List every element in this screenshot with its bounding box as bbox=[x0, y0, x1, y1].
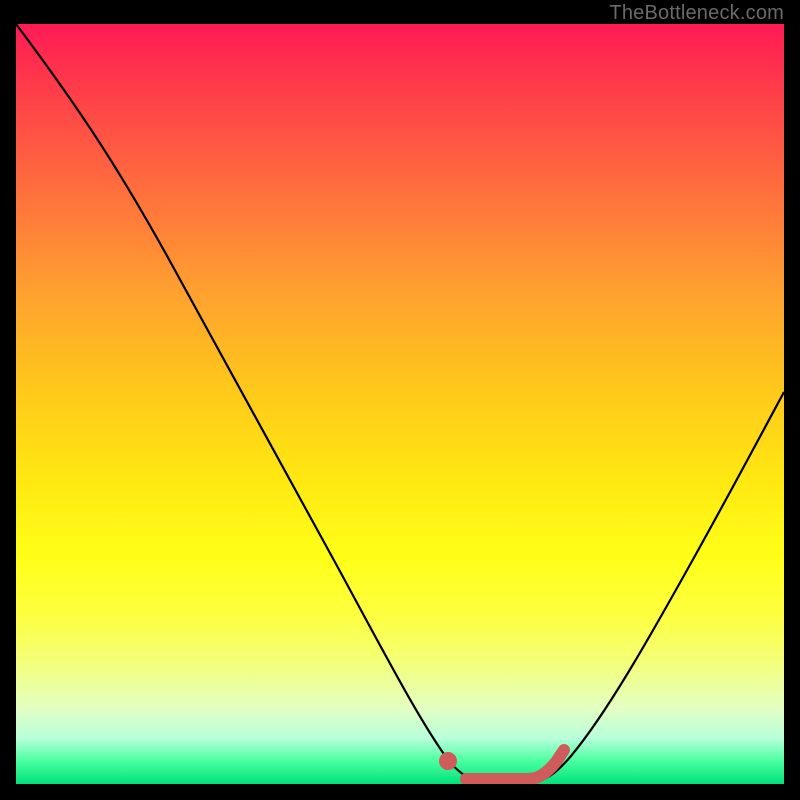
highlight-start-dot bbox=[439, 752, 457, 770]
bottleneck-curve bbox=[16, 24, 784, 782]
chart-svg bbox=[16, 24, 784, 784]
chart-plot-area bbox=[16, 24, 784, 784]
watermark-text: TheBottleneck.com bbox=[609, 2, 784, 25]
highlight-optimal-range bbox=[466, 750, 564, 779]
